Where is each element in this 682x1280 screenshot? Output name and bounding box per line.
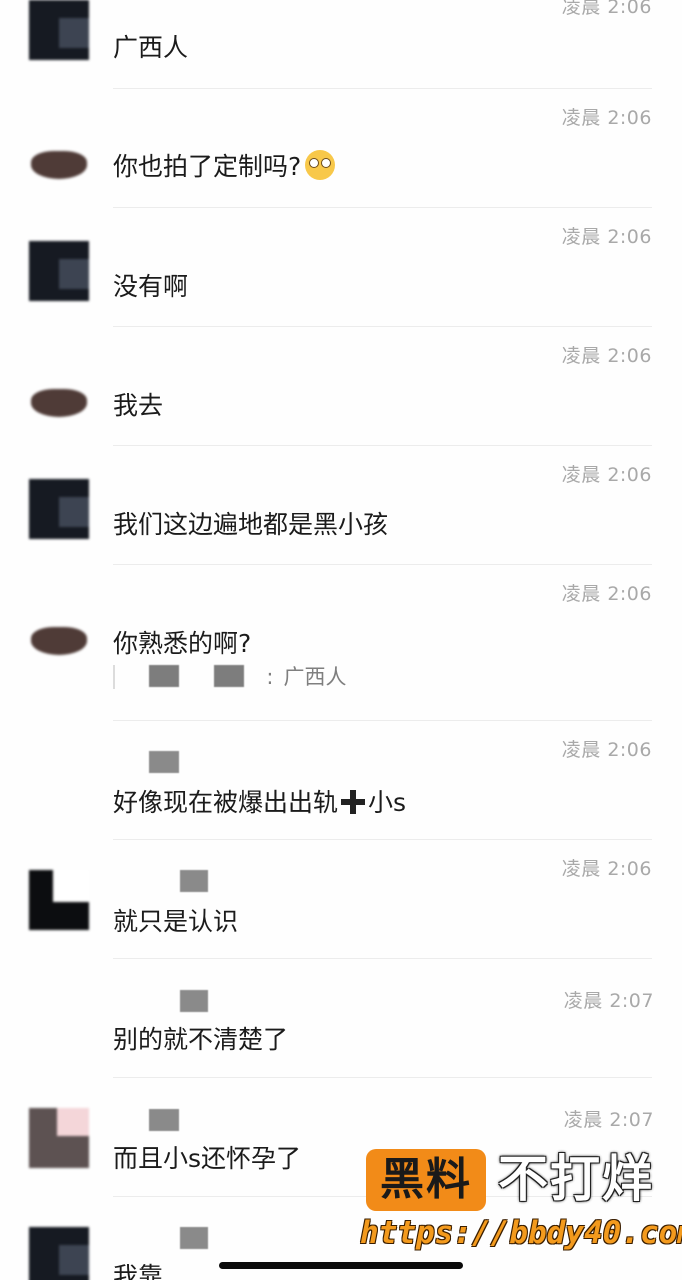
message-time: 凌晨 2:06 (561, 858, 652, 880)
message-time: 凌晨 2:06 (561, 583, 652, 605)
watermark-brand: 不打烊 (498, 1150, 654, 1208)
avatar[interactable] (29, 754, 89, 814)
list-item[interactable]: 凌晨 2:06 你熟悉的啊? : 广西人 (0, 565, 682, 721)
message-time: 凌晨 2:07 (563, 1109, 654, 1131)
avatar[interactable] (29, 1108, 89, 1168)
list-item[interactable]: 凌晨 2:06 就只是认识 (0, 840, 682, 959)
avatar[interactable] (29, 1227, 89, 1280)
list-item[interactable]: 凌晨 2:07 别的就不清楚了 (0, 959, 682, 1078)
list-item[interactable]: 凌晨 2:06 没有啊 (0, 208, 682, 327)
quote-separator: : (266, 665, 274, 689)
message-text: 我靠 (113, 1262, 164, 1280)
message-text-after: 小s (368, 788, 407, 817)
message-text: 我们这边遍地都是黑小孩 (113, 510, 389, 539)
flushed-face-icon (305, 150, 336, 180)
watermark-url: https://bbdy40.com (360, 1215, 682, 1251)
message-text: 你也拍了定制吗? (113, 147, 336, 183)
avatar[interactable] (29, 992, 89, 1052)
avatar[interactable] (29, 0, 89, 60)
quoted-message[interactable]: : 广西人 (113, 665, 346, 689)
message-text-before: 好像现在被爆出出轨 (113, 788, 339, 817)
message-time: 凌晨 2:06 (561, 464, 652, 486)
list-item[interactable]: 凌晨 2:06 你也拍了定制吗? (0, 89, 682, 208)
chat-history-list[interactable]: 凌晨 2:06 广西人 凌晨 2:06 你也拍了定制吗? 凌晨 2:06 没有啊… (0, 0, 682, 1280)
message-text: 好像现在被爆出出轨 小s (113, 783, 406, 819)
list-item[interactable]: 凌晨 2:06 我们这边遍地都是黑小孩 (0, 446, 682, 565)
message-text: 别的就不清楚了 (113, 1025, 289, 1054)
list-item[interactable]: 凌晨 2:06 广西人 (0, 0, 682, 89)
list-item[interactable]: 凌晨 2:06 我去 (0, 327, 682, 446)
message-text: 我去 (113, 391, 164, 420)
message-text: 你熟悉的啊? (113, 629, 252, 658)
quoted-sender-name (213, 665, 244, 687)
watermark-badge: 黑料 (366, 1149, 486, 1211)
avatar[interactable] (29, 241, 89, 301)
message-time: 凌晨 2:06 (561, 345, 652, 367)
message-text: 没有啊 (113, 272, 189, 301)
message-text: 就只是认识 (113, 907, 239, 936)
avatar[interactable] (29, 605, 89, 665)
message-text: 广西人 (113, 33, 189, 62)
sender-name (180, 990, 208, 1012)
sender-name (180, 1227, 208, 1249)
avatar[interactable] (29, 479, 89, 539)
sender-name (149, 751, 179, 773)
list-item[interactable]: 凌晨 2:06 好像现在被爆出出轨 小s (0, 721, 682, 840)
message-time: 凌晨 2:06 (561, 0, 652, 18)
avatar[interactable] (29, 129, 89, 189)
sender-name (149, 1109, 179, 1131)
quoted-text: 广西人 (283, 665, 347, 689)
sender-name (180, 870, 208, 892)
message-time: 凌晨 2:06 (561, 107, 652, 129)
plus-icon (340, 789, 366, 815)
message-time: 凌晨 2:06 (561, 226, 652, 248)
home-indicator[interactable] (219, 1262, 463, 1269)
quoted-sender-name (149, 665, 179, 687)
avatar[interactable] (29, 870, 89, 930)
avatar[interactable] (29, 367, 89, 427)
watermark-logo: 黑料 不打烊 https://bbdy40.com (360, 1147, 682, 1257)
message-time: 凌晨 2:07 (563, 990, 654, 1012)
message-time: 凌晨 2:06 (561, 739, 652, 761)
message-text: 而且小s还怀孕了 (113, 1144, 302, 1173)
message-text-content: 你也拍了定制吗? (113, 152, 302, 181)
